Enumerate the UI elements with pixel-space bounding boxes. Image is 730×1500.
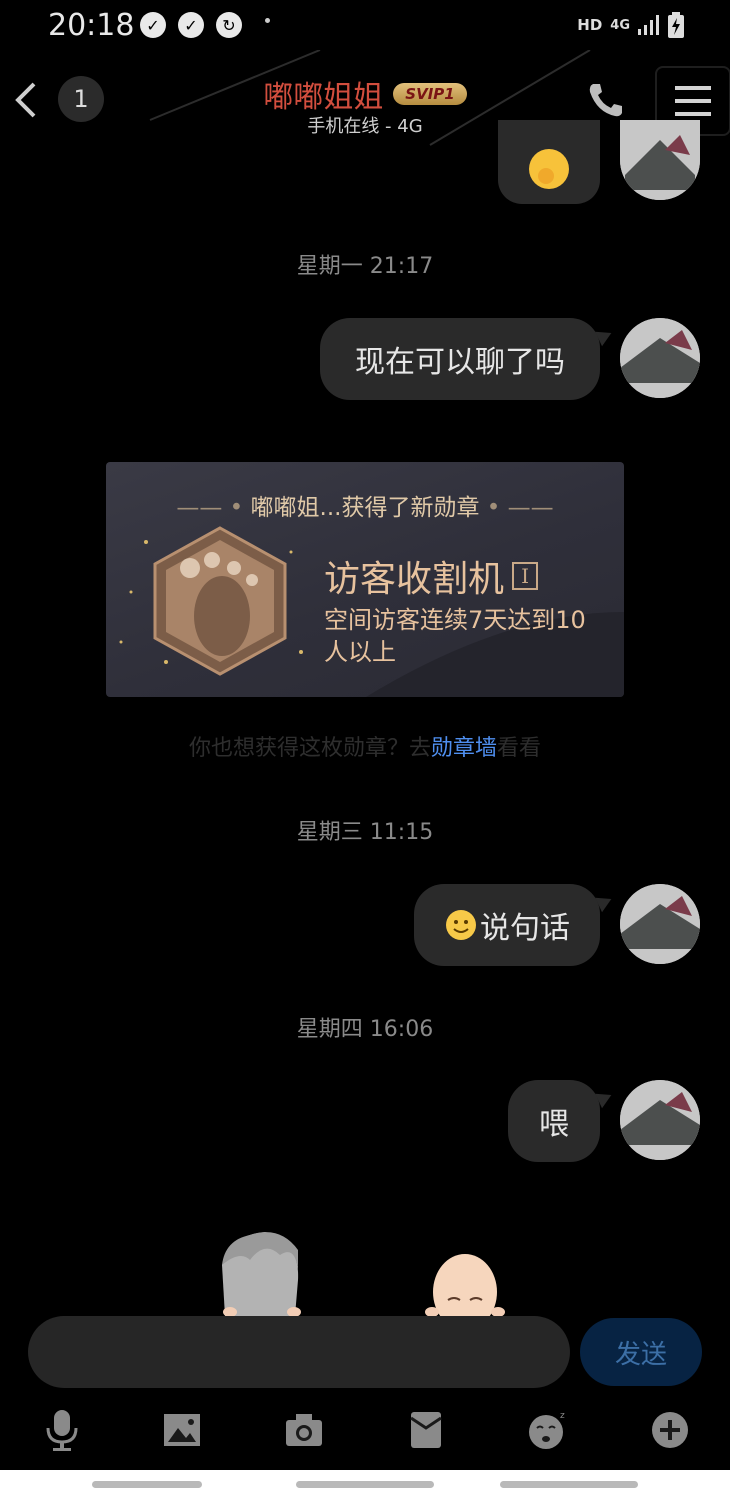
medal-wall-link[interactable]: 勋章墙	[431, 736, 497, 761]
nav-back-button[interactable]	[500, 1481, 638, 1488]
status-time: 20:18	[48, 8, 135, 43]
contact-name: 嘟嘟姐姐	[263, 80, 384, 115]
timestamp: 星期四 16:06	[296, 1017, 434, 1042]
phone-icon[interactable]	[585, 80, 625, 120]
signal-icon	[638, 15, 659, 35]
notification-check-icon: ✓	[140, 12, 166, 38]
peeking-character-grey	[222, 1232, 301, 1316]
avatar[interactable]	[620, 120, 700, 200]
sync-icon: ↻	[216, 12, 242, 38]
medal-prompt: 你也想获得这枚勋章？去勋章墙看看	[188, 736, 542, 761]
timestamp: 星期三 11:15	[296, 820, 434, 845]
medal-description: 空间访客连续7天达到10人以上	[324, 606, 586, 666]
avatar[interactable]	[620, 1080, 700, 1160]
status-indicators: HD 4G	[577, 12, 684, 38]
message-input[interactable]	[28, 1316, 570, 1388]
plus-icon[interactable]	[648, 1408, 692, 1452]
message-text: 说句话	[480, 911, 570, 946]
message-text: 现在可以聊了吗	[355, 345, 565, 380]
avatar[interactable]	[620, 318, 700, 398]
message-bubble[interactable]: 喂	[508, 1080, 615, 1162]
nav-recent-button[interactable]	[92, 1481, 202, 1488]
microphone-icon[interactable]	[40, 1408, 84, 1452]
notification-check-icon: ✓	[178, 12, 204, 38]
avatar-image	[620, 318, 700, 398]
medal-card[interactable]: —— • 嘟嘟姐...获得了新勋章 • —— 访客收割机 I 空间访客连续7天达…	[106, 462, 624, 697]
message-bubble[interactable]: 说句话	[414, 884, 615, 966]
emoji-icon[interactable]: z	[526, 1408, 570, 1452]
image-icon[interactable]	[160, 1408, 204, 1452]
avatar-image	[620, 120, 700, 200]
emoji-thinking-icon	[529, 149, 569, 189]
avatar[interactable]	[620, 884, 700, 964]
camera-icon[interactable]	[282, 1408, 326, 1452]
medal-title: 访客收割机 I	[324, 550, 539, 602]
timestamp: 星期一 21:17	[296, 254, 434, 279]
avatar-image	[620, 1080, 700, 1160]
svg-text:z: z	[560, 1411, 565, 1421]
hd-indicator: HD	[577, 16, 603, 34]
smile-emoji-icon	[446, 910, 476, 940]
red-packet-icon[interactable]	[404, 1408, 448, 1452]
footprint-medal-icon	[153, 526, 287, 676]
medal-header: —— • 嘟嘟姐...获得了新勋章 • ——	[176, 495, 554, 521]
notification-dot	[265, 18, 270, 23]
avatar-image	[620, 884, 700, 964]
svip-badge: SVIP1	[393, 83, 467, 105]
send-button[interactable]: 发送	[580, 1318, 702, 1386]
message-text: 喂	[539, 1107, 569, 1142]
message-bubble[interactable]: 现在可以聊了吗	[320, 318, 615, 400]
medal-level: I	[512, 562, 539, 590]
network-type: 4G	[610, 17, 630, 33]
peeking-character-bald	[425, 1254, 505, 1316]
battery-icon	[668, 12, 684, 38]
message-bubble-emoji[interactable]	[498, 120, 600, 204]
nav-home-button[interactable]	[296, 1481, 434, 1488]
